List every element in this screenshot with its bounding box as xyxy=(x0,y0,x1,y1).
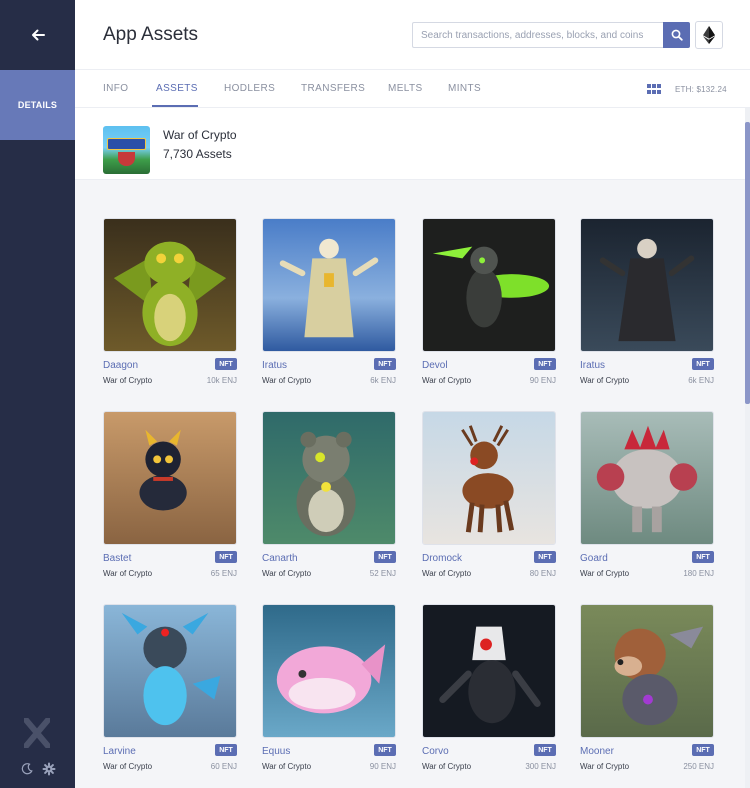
page-header: App Assets xyxy=(75,0,750,70)
grid-view-icon[interactable] xyxy=(647,84,661,94)
eth-price: ETH: $132.24 xyxy=(675,85,727,94)
asset-collection: War of Crypto xyxy=(422,762,472,771)
asset-image[interactable] xyxy=(262,411,396,545)
tab-hodlers[interactable]: HODLERS xyxy=(224,83,275,94)
gear-icon[interactable] xyxy=(42,762,56,776)
tab-melts[interactable]: MELTS xyxy=(388,83,423,94)
nft-badge: NFT xyxy=(215,358,237,370)
asset-price: 10k ENJ xyxy=(206,376,237,385)
arrow-left-icon xyxy=(31,29,45,41)
asset-name[interactable]: Devol xyxy=(422,360,448,371)
nft-badge: NFT xyxy=(534,551,556,563)
asset-image[interactable] xyxy=(422,218,556,352)
nft-badge: NFT xyxy=(374,551,396,563)
nft-badge: NFT xyxy=(534,358,556,370)
collection-header: War of Crypto 7,730 Assets xyxy=(75,108,745,180)
asset-collection: War of Crypto xyxy=(103,569,153,578)
asset-image[interactable] xyxy=(262,604,396,738)
tab-info[interactable]: INFO xyxy=(103,83,129,94)
asset-collection: War of Crypto xyxy=(422,569,472,578)
asset-name[interactable]: Daagon xyxy=(103,360,138,371)
asset-name[interactable]: Iratus xyxy=(580,360,605,371)
enjin-x-logo xyxy=(24,718,50,748)
nft-badge: NFT xyxy=(692,744,714,756)
nft-badge: NFT xyxy=(374,358,396,370)
nft-badge: NFT xyxy=(215,551,237,563)
tab-transfers[interactable]: TRANSFERS xyxy=(301,83,365,94)
tab-mints[interactable]: MINTS xyxy=(448,83,481,94)
collection-name: War of Crypto xyxy=(163,128,237,142)
network-switch-button[interactable] xyxy=(695,21,723,49)
nft-badge: NFT xyxy=(534,744,556,756)
asset-image[interactable] xyxy=(580,604,714,738)
asset-image[interactable] xyxy=(103,604,237,738)
asset-image[interactable] xyxy=(262,218,396,352)
active-tab-indicator xyxy=(152,105,198,107)
asset-price: 90 ENJ xyxy=(369,762,396,771)
ethereum-icon xyxy=(703,26,715,44)
back-button[interactable] xyxy=(0,0,75,70)
search-input[interactable] xyxy=(412,22,663,48)
page-title: App Assets xyxy=(103,24,199,45)
asset-price: 300 ENJ xyxy=(525,762,556,771)
asset-collection: War of Crypto xyxy=(580,762,630,771)
nft-badge: NFT xyxy=(692,358,714,370)
asset-collection: War of Crypto xyxy=(580,376,630,385)
nft-badge: NFT xyxy=(692,551,714,563)
collection-asset-count: 7,730 Assets xyxy=(163,147,232,161)
asset-price: 180 ENJ xyxy=(683,569,714,578)
sidebar: DETAILS xyxy=(0,0,75,788)
asset-collection: War of Crypto xyxy=(580,569,630,578)
asset-price: 90 ENJ xyxy=(529,376,556,385)
asset-name[interactable]: Larvine xyxy=(103,746,136,757)
asset-name[interactable]: Iratus xyxy=(262,360,287,371)
asset-image[interactable] xyxy=(580,411,714,545)
collection-logo xyxy=(103,126,150,174)
asset-price: 52 ENJ xyxy=(369,569,396,578)
asset-collection: War of Crypto xyxy=(422,376,472,385)
nft-badge: NFT xyxy=(215,744,237,756)
scrollbar-thumb[interactable] xyxy=(745,122,750,404)
search-icon xyxy=(671,29,683,41)
asset-name[interactable]: Corvo xyxy=(422,746,449,757)
asset-collection: War of Crypto xyxy=(262,376,312,385)
asset-price: 6k ENJ xyxy=(370,376,396,385)
asset-name[interactable]: Dromock xyxy=(422,553,462,564)
tab-assets[interactable]: ASSETS xyxy=(156,83,198,94)
asset-name[interactable]: Canarth xyxy=(262,553,298,564)
asset-collection: War of Crypto xyxy=(103,376,153,385)
asset-image[interactable] xyxy=(103,218,237,352)
asset-name[interactable]: Equus xyxy=(262,746,290,757)
asset-name[interactable]: Bastet xyxy=(103,553,131,564)
asset-name[interactable]: Goard xyxy=(580,553,608,564)
asset-name[interactable]: Mooner xyxy=(580,746,614,757)
asset-image[interactable] xyxy=(103,411,237,545)
moon-icon[interactable] xyxy=(20,762,34,776)
asset-price: 60 ENJ xyxy=(210,762,237,771)
asset-collection: War of Crypto xyxy=(103,762,153,771)
details-tab[interactable]: DETAILS xyxy=(0,70,75,140)
asset-image[interactable] xyxy=(422,604,556,738)
asset-image[interactable] xyxy=(422,411,556,545)
asset-price: 80 ENJ xyxy=(529,569,556,578)
asset-price: 250 ENJ xyxy=(683,762,714,771)
asset-price: 65 ENJ xyxy=(210,569,237,578)
nft-badge: NFT xyxy=(374,744,396,756)
asset-tabs: INFO ASSETS HODLERS TRANSFERS MELTS MINT… xyxy=(75,70,750,108)
search-button[interactable] xyxy=(663,22,690,48)
asset-price: 6k ENJ xyxy=(688,376,714,385)
asset-collection: War of Crypto xyxy=(262,762,312,771)
asset-collection: War of Crypto xyxy=(262,569,312,578)
asset-image[interactable] xyxy=(580,218,714,352)
